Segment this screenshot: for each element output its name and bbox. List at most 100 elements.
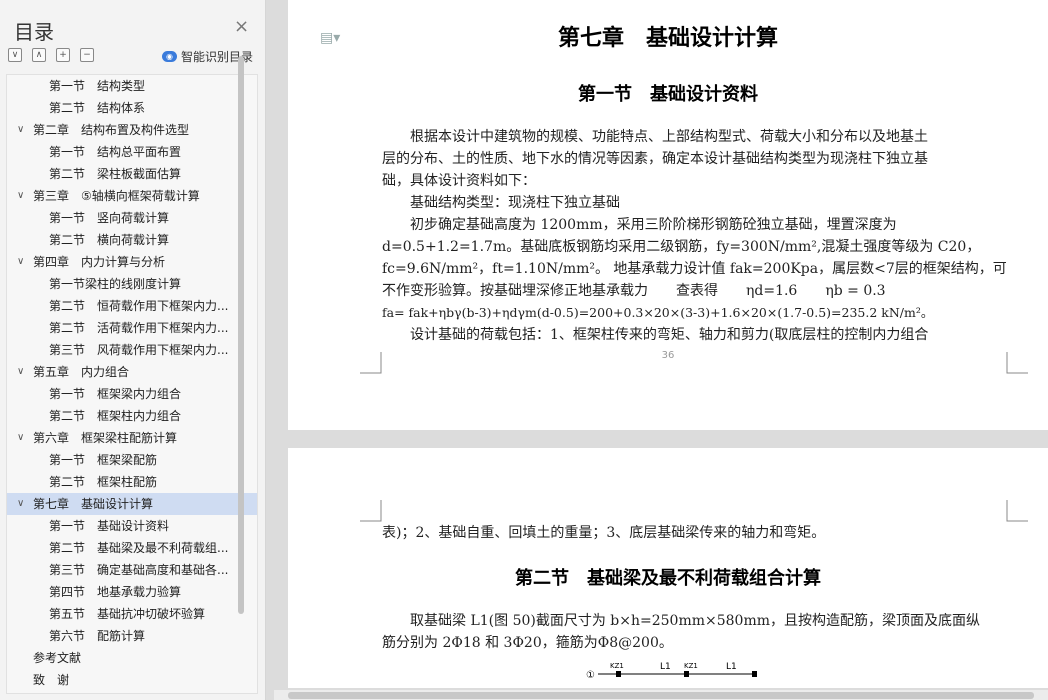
toc-item-label: 第二节 恒荷载作用下框架内力... <box>49 299 229 313</box>
toc-item-label: 第三章 ⑤轴横向框架荷载计算 <box>33 189 200 203</box>
remove-icon[interactable]: − <box>80 48 94 62</box>
text-line: 不作变形验算。按基础埋深修正地基承载力 查表得 ηd=1.6 ηb = 0.3 <box>382 283 886 299</box>
collapse-all-icon[interactable]: ∨ <box>8 48 22 62</box>
toc-chapter-item[interactable]: ∨ 第七章 基础设计计算 <box>7 493 257 515</box>
toc-toolbar: ∨ ∧ + − <box>8 48 94 62</box>
body-text: 取基础梁 L1(图 50)截面尺寸为 b×h=250mm×580mm，且按构造配… <box>382 610 1007 654</box>
text-line: 表)；2、基础自重、回填土的重量；3、底层基础梁传来的轴力和弯矩。 <box>382 525 826 541</box>
toc-item-label: 第二节 框架柱配筋 <box>49 475 158 489</box>
text-line: fc=9.6N/mm²，ft=1.10N/mm²。 地基承载力设计值 fak=2… <box>382 261 1007 277</box>
toc-scrollbar[interactable] <box>238 56 244 614</box>
toc-item[interactable]: 第二节 框架柱配筋 <box>7 471 237 493</box>
toc-item[interactable]: 致 谢 <box>7 669 257 691</box>
document-page: 表)；2、基础自重、回填土的重量；3、底层基础梁传来的轴力和弯矩。 第二节 基础… <box>288 448 1048 688</box>
chevron-down-icon[interactable]: ∨ <box>17 361 24 383</box>
toc-item-label: 第二节 结构体系 <box>49 101 146 115</box>
figure-label: ① <box>586 670 595 681</box>
section-title: 第二节 基础梁及最不利荷载组合计算 <box>515 568 821 589</box>
chapter-title: 第七章 基础设计计算 <box>557 25 778 51</box>
toc-item-label: 第一节 结构总平面布置 <box>49 145 182 159</box>
toc-item-label: 第一节 结构类型 <box>49 79 146 93</box>
toc-item-label: 第一节梁柱的线刚度计算 <box>49 277 182 291</box>
toc-item-label: 致 谢 <box>33 673 70 687</box>
toc-item-label: 第一节 框架梁配筋 <box>49 453 158 467</box>
body-text: 根据本设计中建筑物的规模、功能特点、上部结构型式、荷载大小和分布以及地基土 层的… <box>382 126 1007 346</box>
toc-chapter-item[interactable]: ∨ 第四章 内力计算与分析 <box>7 251 257 273</box>
toc-chapter-item[interactable]: ∨ 第五章 内力组合 <box>7 361 257 383</box>
page-corner-mark <box>1006 500 1028 522</box>
toc-title: 目录 <box>14 20 54 44</box>
toc-item[interactable]: 第四节 地基承载力验算 <box>7 581 237 603</box>
beam-figure: ① KZ1 L1 KZ1 L1 <box>586 662 757 681</box>
toc-item[interactable]: 第三节 确定基础高度和基础各... <box>7 559 237 581</box>
section-title: 第一节 基础设计资料 <box>578 84 758 105</box>
toc-item-label: 第五节 基础抗冲切破坏验算 <box>49 607 206 621</box>
toc-item-label: 第二节 横向荷载计算 <box>49 233 170 247</box>
toc-item-label: 第二节 框架柱内力组合 <box>49 409 182 423</box>
close-icon[interactable]: × <box>234 16 249 37</box>
document-area: ▤▾ 第七章 基础设计计算 第一节 基础设计资料 根据本设计中建筑物的规模、功能… <box>274 0 1048 700</box>
page-corner-mark <box>360 500 382 522</box>
toc-chapter-item[interactable]: ∨ 第六章 框架梁柱配筋计算 <box>7 427 257 449</box>
toc-sidebar: 目录 × ∨ ∧ + − ◉ 智能识别目录 第一节 结构类型 第二节 结构体系 ∨ 第… <box>0 0 266 700</box>
toc-item-label: 第三节 风荷载作用下框架内力... <box>49 343 229 357</box>
toc-item-label: 第一节 基础设计资料 <box>49 519 170 533</box>
toc-item-label: 第四节 地基承载力验算 <box>49 585 182 599</box>
page-number: 36 <box>661 350 675 361</box>
toc-item[interactable]: 第五节 基础抗冲切破坏验算 <box>7 603 237 625</box>
document-page: ▤▾ 第七章 基础设计计算 第一节 基础设计资料 根据本设计中建筑物的规模、功能… <box>288 0 1048 430</box>
toc-chapter-item[interactable]: ∨ 第三章 ⑤轴横向框架荷载计算 <box>7 185 257 207</box>
chevron-down-icon[interactable]: ∨ <box>17 493 24 515</box>
toc-item[interactable]: 第六节 配筋计算 <box>7 625 237 647</box>
text-line: 层的分布、土的性质、地下水的情况等因素，确定本设计基础结构类型为现浇柱下独立基 <box>382 151 928 167</box>
toc-item[interactable]: 第二节 基础梁及最不利荷载组... <box>7 537 237 559</box>
text-line: 设计基础的荷载包括：1、框架柱传来的弯矩、轴力和剪力(取底层柱的控制内力组合 <box>382 327 929 343</box>
toc-item-label: 第二节 活荷载作用下框架内力... <box>49 321 229 335</box>
toc-item[interactable]: 第二节 梁柱板截面估算 <box>7 163 237 185</box>
text-line: 基础结构类型：现浇柱下独立基础 <box>382 195 620 211</box>
toc-item-label: 参考文献 <box>33 651 82 665</box>
toc-item[interactable]: 第二节 恒荷载作用下框架内力... <box>7 295 237 317</box>
toc-item-label: 第一节 框架梁内力组合 <box>49 387 182 401</box>
toc-item-label: 第五章 内力组合 <box>33 365 130 379</box>
chevron-down-icon[interactable]: ∨ <box>17 119 24 141</box>
toc-item[interactable]: 第一节 结构类型 <box>7 75 237 97</box>
text-line: d=0.5+1.2=1.7m。基础底板钢筋均采用二级钢筋，fy=300N/mm²… <box>382 239 981 255</box>
chevron-down-icon[interactable]: ∨ <box>17 427 24 449</box>
toc-item-label: 第二节 梁柱板截面估算 <box>49 167 182 181</box>
add-icon[interactable]: + <box>56 48 70 62</box>
toc-item[interactable]: 第一节 框架梁配筋 <box>7 449 237 471</box>
toc-item-label: 第二章 结构布置及构件选型 <box>33 123 190 137</box>
toc-item-label: 第七章 基础设计计算 <box>33 497 154 511</box>
toc-item[interactable]: 第二节 横向荷载计算 <box>7 229 237 251</box>
toc-item[interactable]: 第二节 结构体系 <box>7 97 237 119</box>
figure-label: KZ1 <box>684 662 698 670</box>
text-line: 筋分别为 2Φ18 和 3Φ20，箍筋为Φ8@200。 <box>382 635 673 651</box>
text-line: 初步确定基础高度为 1200mm，采用三阶阶梯形钢筋砼独立基础，埋置深度为 <box>382 217 897 233</box>
toc-item[interactable]: 参考文献 <box>7 647 257 669</box>
text-line: 础，具体设计资料如下： <box>382 173 536 189</box>
toc-item-label: 第六节 配筋计算 <box>49 629 146 643</box>
toc-item[interactable]: 第一节 框架梁内力组合 <box>7 383 237 405</box>
toc-item-label: 第二节 基础梁及最不利荷载组... <box>49 541 229 555</box>
toc-item[interactable]: 第一节 竖向荷载计算 <box>7 207 237 229</box>
toc-item[interactable]: 第二节 活荷载作用下框架内力... <box>7 317 237 339</box>
toc-item-label: 第六章 框架梁柱配筋计算 <box>33 431 178 445</box>
chevron-down-icon[interactable]: ∨ <box>17 251 24 273</box>
toc-item[interactable]: 第一节 基础设计资料 <box>7 515 237 537</box>
figure-label: L1 <box>726 662 737 672</box>
toc-item-label: 第四章 内力计算与分析 <box>33 255 166 269</box>
figure-label: KZ1 <box>610 662 624 670</box>
toc-item[interactable]: 第一节梁柱的线刚度计算 <box>7 273 237 295</box>
scrollbar-thumb[interactable] <box>288 692 1034 699</box>
toc-list: 第一节 结构类型 第二节 结构体系 ∨ 第二章 结构布置及构件选型第一节 结构总平面布… <box>6 74 258 694</box>
toc-chapter-item[interactable]: ∨ 第二章 结构布置及构件选型 <box>7 119 257 141</box>
ai-icon: ◉ <box>162 51 177 62</box>
chevron-down-icon[interactable]: ∨ <box>17 185 24 207</box>
toc-item[interactable]: 第一节 结构总平面布置 <box>7 141 237 163</box>
toc-item[interactable]: 第三节 风荷载作用下框架内力... <box>7 339 237 361</box>
figure-label: L1 <box>660 662 671 672</box>
text-line: 取基础梁 L1(图 50)截面尺寸为 b×h=250mm×580mm，且按构造配… <box>382 613 981 629</box>
toc-item[interactable]: 第二节 框架柱内力组合 <box>7 405 237 427</box>
expand-up-icon[interactable]: ∧ <box>32 48 46 62</box>
